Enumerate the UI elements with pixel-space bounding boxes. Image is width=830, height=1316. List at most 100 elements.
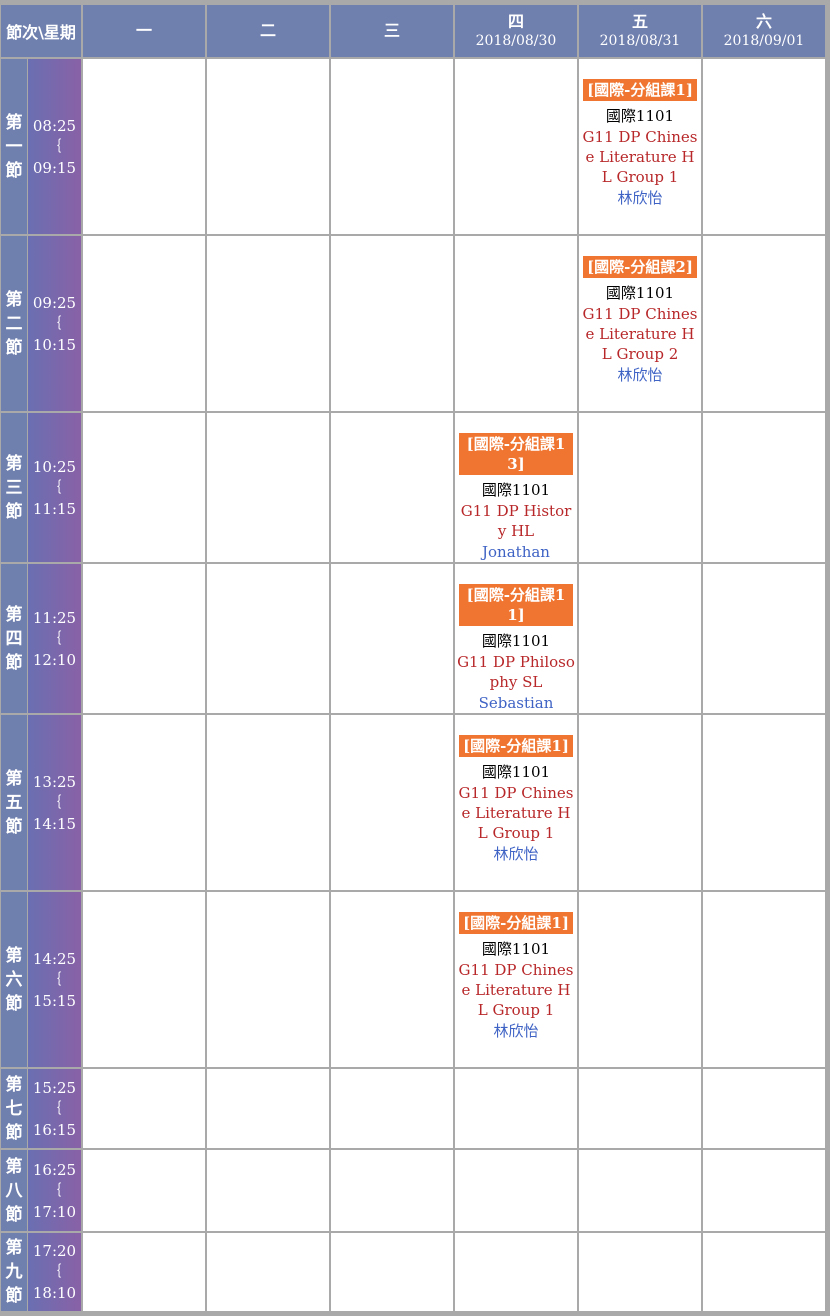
course-cell[interactable]: [國際-分組課1] 國際1101 G11 DP Chinese Literature… <box>455 715 577 890</box>
day-label: 一 <box>135 21 152 40</box>
empty-slot[interactable] <box>207 1069 329 1148</box>
course-cell[interactable]: [國際-分組課13] 國際1101 G11 DP History HL Jonatha… <box>455 413 577 562</box>
period-time-9: 17:20 ｛ 18:10 <box>28 1233 81 1311</box>
empty-slot[interactable] <box>455 236 577 411</box>
course-tag: [國際-分組課1] <box>583 79 697 101</box>
empty-slot[interactable] <box>83 715 205 890</box>
empty-slot[interactable] <box>83 413 205 562</box>
period-label: 第七節 <box>5 1074 23 1143</box>
corner-header: 節次\星期 <box>1 5 81 57</box>
empty-slot[interactable] <box>579 1233 701 1311</box>
period-time-3: 10:25 ｛ 11:15 <box>28 413 81 562</box>
empty-slot[interactable] <box>455 1150 577 1231</box>
period-start-time: 15:25 <box>32 1078 77 1097</box>
empty-slot[interactable] <box>331 1233 453 1311</box>
empty-slot[interactable] <box>331 236 453 411</box>
course-cell[interactable]: [國際-分組課2] 國際1101 G11 DP Chinese Literature… <box>579 236 701 411</box>
period-end-time: 12:10 <box>32 650 77 669</box>
empty-slot[interactable] <box>703 59 825 234</box>
course-cell[interactable]: [國際-分組課1] 國際1101 G11 DP Chinese Literature… <box>579 59 701 234</box>
course-room: 國際1101 <box>481 481 551 499</box>
day-label: 三 <box>383 21 400 40</box>
empty-slot[interactable] <box>703 236 825 411</box>
empty-slot[interactable] <box>579 564 701 713</box>
empty-slot[interactable] <box>83 236 205 411</box>
empty-slot[interactable] <box>207 1150 329 1231</box>
empty-slot[interactable] <box>703 1150 825 1231</box>
time-separator: ｛ <box>47 1182 62 1199</box>
empty-slot[interactable] <box>331 1150 453 1231</box>
course-teacher: 林欣怡 <box>617 366 663 384</box>
period-start-time: 10:25 <box>32 457 77 476</box>
period-time-6: 14:25 ｛ 15:15 <box>28 892 81 1067</box>
empty-slot[interactable] <box>207 892 329 1067</box>
course-cell[interactable]: [國際-分組課1] 國際1101 G11 DP Chinese Literature… <box>455 892 577 1067</box>
period-label: 第一節 <box>5 112 23 181</box>
course-teacher: 林欣怡 <box>493 1022 539 1040</box>
course-tag: [國際-分組課1] <box>459 912 573 934</box>
empty-slot[interactable] <box>207 715 329 890</box>
empty-slot[interactable] <box>83 892 205 1067</box>
timetable-grid: 節次\星期 一 二 三 四 2018/08/30 五 2018/08/31 六 2018/09/0… <box>0 0 830 1316</box>
empty-slot[interactable] <box>703 715 825 890</box>
empty-slot[interactable] <box>207 236 329 411</box>
day-date: 2018/09/01 <box>723 33 805 49</box>
period-name-6: 第六節 <box>1 892 27 1067</box>
time-separator: ｛ <box>47 794 62 811</box>
empty-slot[interactable] <box>579 1069 701 1148</box>
empty-slot[interactable] <box>455 1233 577 1311</box>
course-tag: [國際-分組課11] <box>459 584 573 626</box>
day-header-5: 五 2018/08/31 <box>579 5 701 57</box>
day-header-3: 三 <box>331 5 453 57</box>
course-cell[interactable]: [國際-分組課11] 國際1101 G11 DP Philosophy SL Seba… <box>455 564 577 713</box>
period-time-4: 11:25 ｛ 12:10 <box>28 564 81 713</box>
period-start-time: 11:25 <box>32 608 77 627</box>
empty-slot[interactable] <box>83 564 205 713</box>
empty-slot[interactable] <box>703 564 825 713</box>
empty-slot[interactable] <box>331 715 453 890</box>
empty-slot[interactable] <box>207 413 329 562</box>
period-name-8: 第八節 <box>1 1150 27 1231</box>
time-separator: ｛ <box>47 315 62 332</box>
empty-slot[interactable] <box>331 892 453 1067</box>
empty-slot[interactable] <box>331 1069 453 1148</box>
period-label: 第四節 <box>5 604 23 673</box>
day-header-6: 六 2018/09/01 <box>703 5 825 57</box>
empty-slot[interactable] <box>703 1069 825 1148</box>
period-label: 第八節 <box>5 1156 23 1225</box>
empty-slot[interactable] <box>83 1069 205 1148</box>
period-time-8: 16:25 ｛ 17:10 <box>28 1150 81 1231</box>
empty-slot[interactable] <box>455 59 577 234</box>
empty-slot[interactable] <box>207 564 329 713</box>
empty-slot[interactable] <box>579 892 701 1067</box>
period-name-4: 第四節 <box>1 564 27 713</box>
empty-slot[interactable] <box>331 564 453 713</box>
course-subject: G11 DP Philosophy SL <box>457 653 575 691</box>
empty-slot[interactable] <box>455 1069 577 1148</box>
empty-slot[interactable] <box>207 59 329 234</box>
empty-slot[interactable] <box>331 59 453 234</box>
empty-slot[interactable] <box>83 59 205 234</box>
empty-slot[interactable] <box>83 1233 205 1311</box>
course-teacher: Jonathan <box>482 543 550 561</box>
empty-slot[interactable] <box>83 1150 205 1231</box>
period-time-1: 08:25 ｛ 09:15 <box>28 59 81 234</box>
time-separator: ｛ <box>47 138 62 155</box>
period-end-time: 09:15 <box>32 158 77 177</box>
empty-slot[interactable] <box>207 1233 329 1311</box>
empty-slot[interactable] <box>703 1233 825 1311</box>
period-time-7: 15:25 ｛ 16:15 <box>28 1069 81 1148</box>
empty-slot[interactable] <box>703 413 825 562</box>
empty-slot[interactable] <box>579 1150 701 1231</box>
empty-slot[interactable] <box>331 413 453 562</box>
period-end-time: 16:15 <box>32 1120 77 1139</box>
empty-slot[interactable] <box>579 715 701 890</box>
period-end-time: 14:15 <box>32 814 77 833</box>
period-end-time: 18:10 <box>32 1284 77 1302</box>
empty-slot[interactable] <box>579 413 701 562</box>
course-room: 國際1101 <box>481 632 551 650</box>
empty-slot[interactable] <box>703 892 825 1067</box>
time-separator: ｛ <box>47 971 62 988</box>
course-room: 國際1101 <box>481 940 551 958</box>
corner-label: 節次\星期 <box>6 23 76 42</box>
